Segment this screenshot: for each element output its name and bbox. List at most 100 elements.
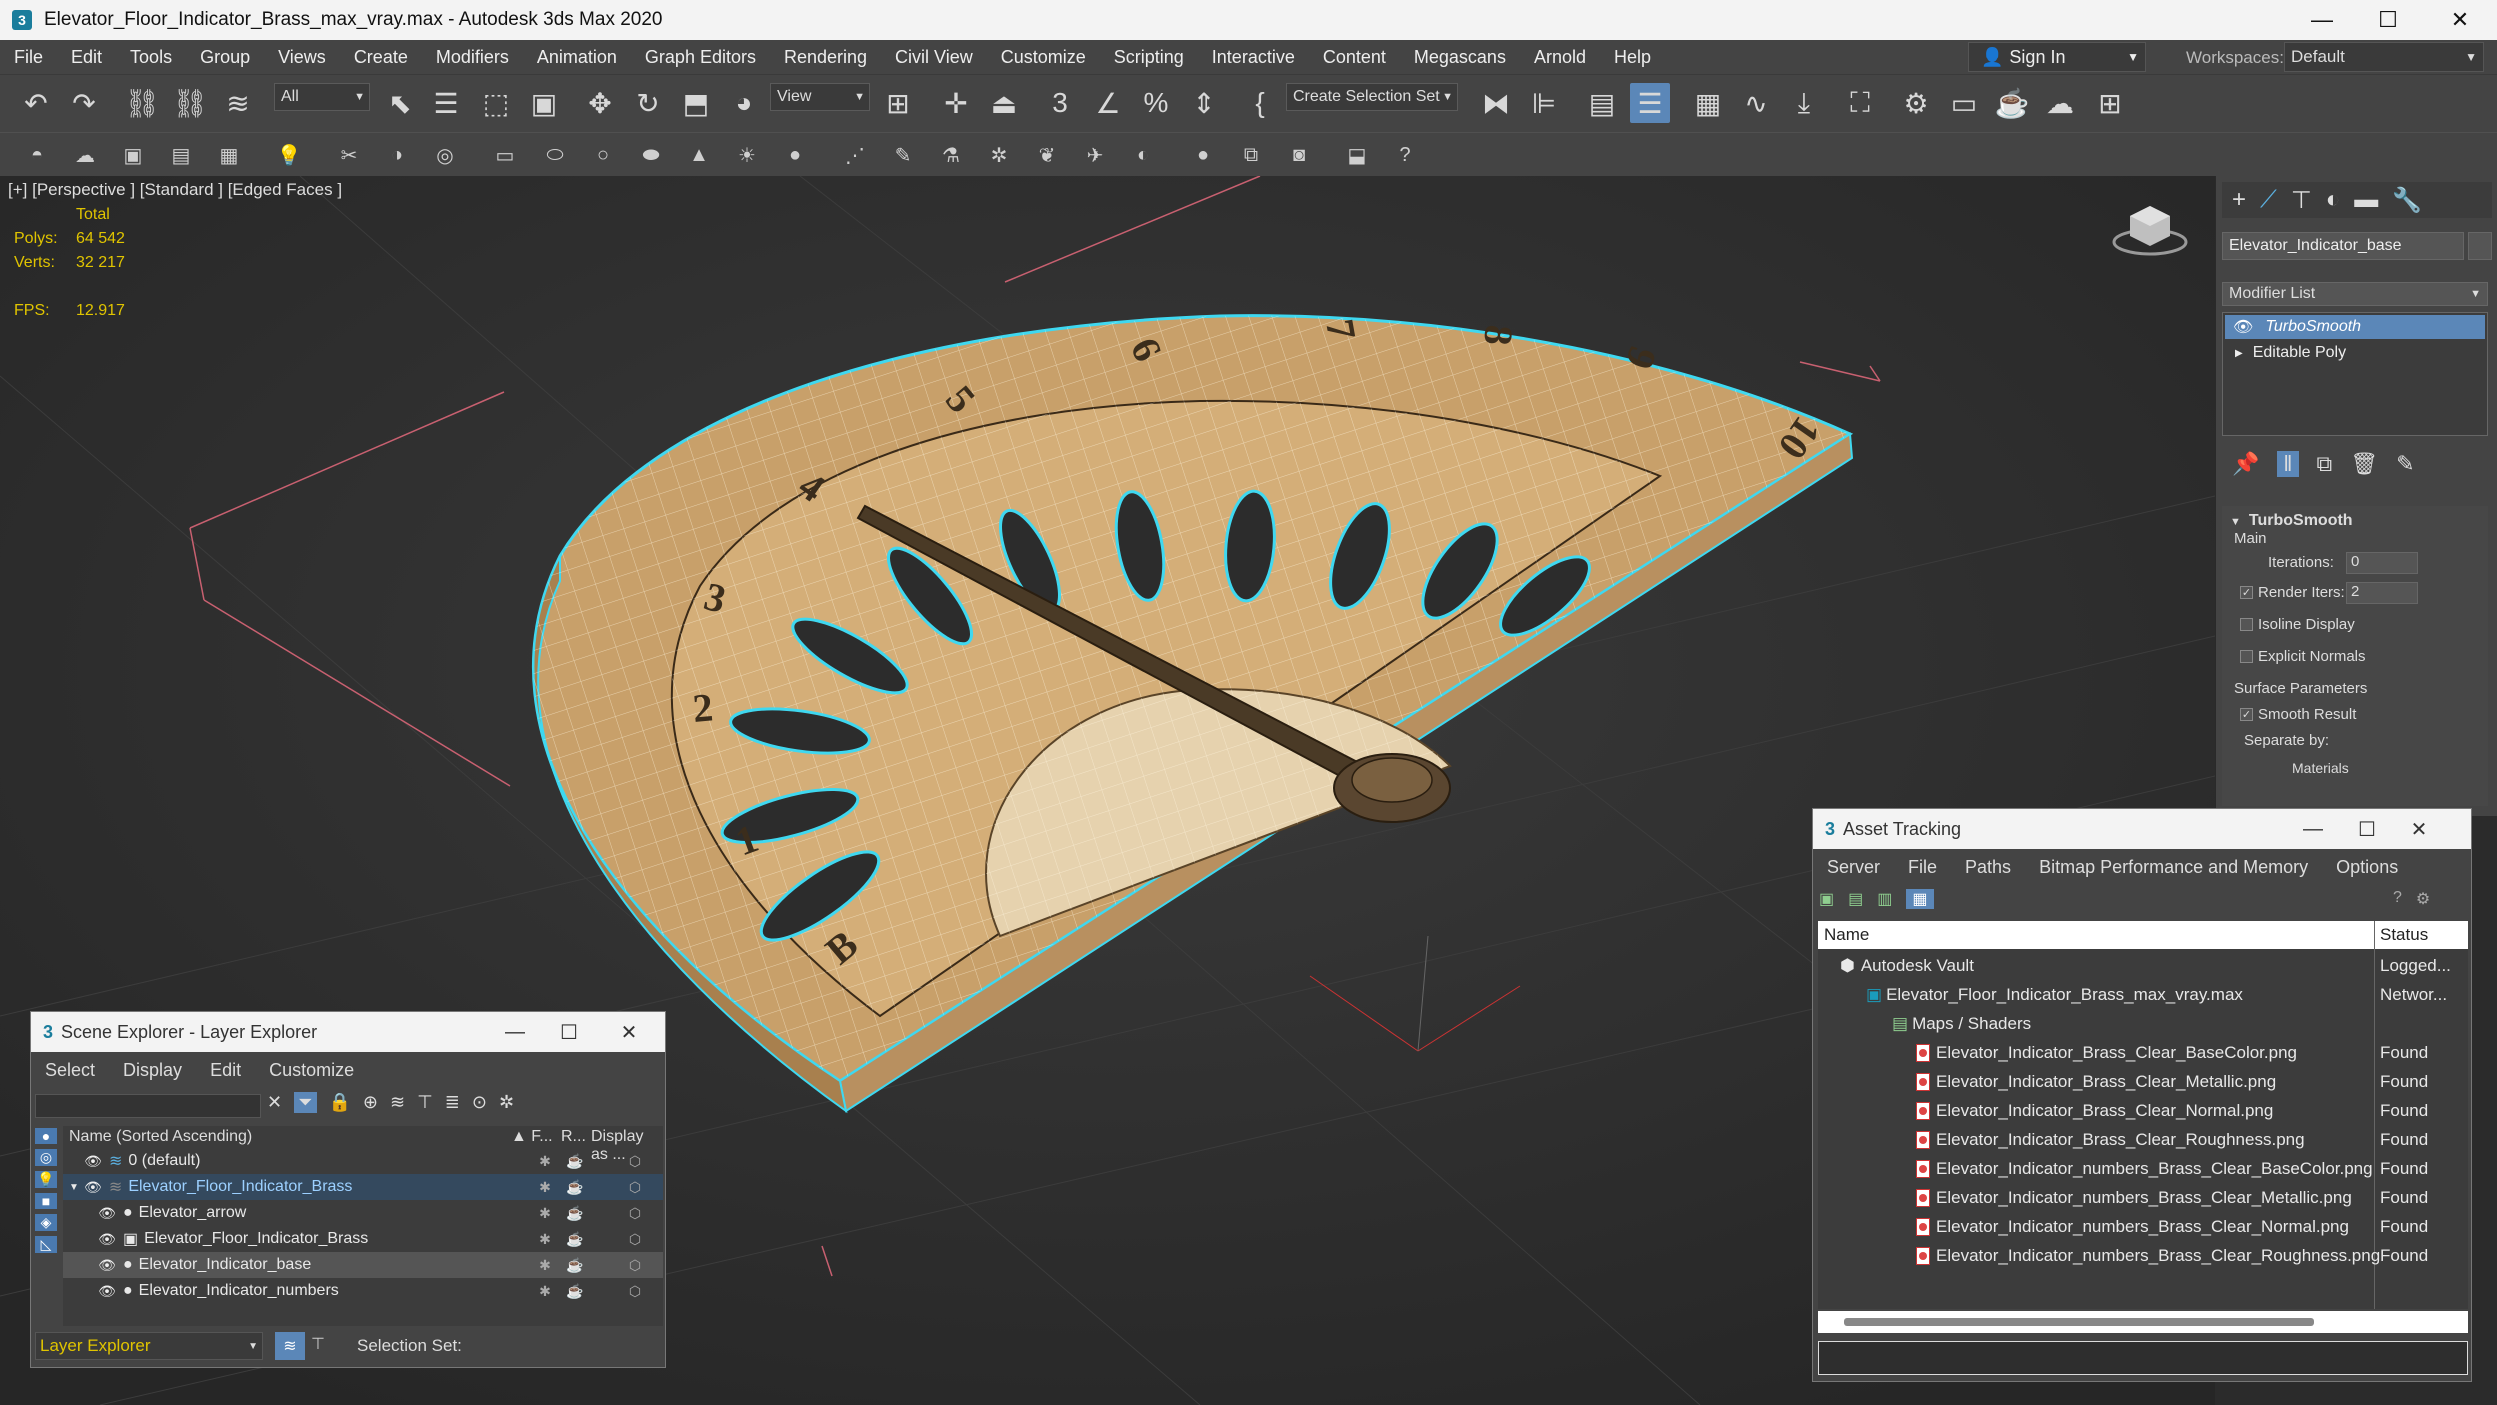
asset-row[interactable]: Elevator_Indicator_Brass_Clear_Roughness… — [1916, 1125, 2305, 1154]
hierarchy-toggle-icon[interactable]: ⊤ — [311, 1334, 325, 1354]
menu-animation[interactable]: Animation — [523, 47, 631, 68]
menu-interactive[interactable]: Interactive — [1198, 47, 1309, 68]
dome-light-icon[interactable]: ◑ — [382, 140, 412, 170]
window-crossing-icon[interactable]: ▣ — [524, 83, 564, 123]
toggle-ribbon-icon[interactable]: ▦ — [1688, 83, 1728, 123]
eye-icon[interactable]: 👁 — [97, 1257, 117, 1274]
unlink-icon[interactable]: ⛓ — [170, 83, 210, 123]
freeze-icon[interactable]: ✱ — [533, 1200, 557, 1226]
isoline-checkbox[interactable] — [2240, 618, 2253, 631]
menu-customize[interactable]: Customize — [255, 1060, 368, 1081]
eye-icon[interactable]: 👁 — [83, 1179, 103, 1196]
search-input[interactable] — [35, 1094, 261, 1118]
clear-icon[interactable]: ✕ — [267, 1092, 282, 1113]
explicit-normals-checkbox[interactable] — [2240, 650, 2253, 663]
stack-item-turbosmooth[interactable]: 👁 TurboSmooth — [2225, 315, 2485, 339]
bone-icon[interactable]: ◺ — [35, 1236, 57, 1253]
layers-icon[interactable]: ≋ — [390, 1092, 405, 1113]
select-by-name-icon[interactable]: ☰ — [426, 83, 466, 123]
col-name[interactable]: Name (Sorted Ascending) — [69, 1128, 252, 1146]
modify-tab-icon[interactable]: ⟋ — [2260, 186, 2277, 214]
list-view-icon[interactable]: ▤ — [1848, 889, 1863, 909]
help-icon[interactable]: ? — [1390, 140, 1420, 170]
cloud-icon[interactable]: ☁ — [70, 140, 100, 170]
menu-modifiers[interactable]: Modifiers — [422, 47, 523, 68]
sort-icon[interactable]: ● — [35, 1128, 57, 1144]
mesh-light-icon[interactable]: ⬬ — [636, 140, 666, 170]
teapot-icon[interactable]: ☕ — [563, 1226, 587, 1252]
menu-edit[interactable]: Edit — [196, 1060, 255, 1081]
freeze-icon[interactable]: ✱ — [533, 1174, 557, 1200]
vray-icon[interactable]: ◓ — [22, 140, 52, 170]
freeze-icon[interactable]: ✱ — [533, 1252, 557, 1278]
dome-icon[interactable]: ⬭ — [540, 140, 570, 170]
utilities-tab-icon[interactable]: 🔧 — [2392, 186, 2422, 215]
asset-row[interactable]: ▤ Maps / Shaders — [1892, 1009, 2031, 1038]
decal-icon[interactable]: ✈ — [1080, 140, 1110, 170]
menu-edit[interactable]: Edit — [57, 47, 116, 68]
layer-icon[interactable]: ◎ — [35, 1149, 57, 1166]
render-setup-icon[interactable]: ⚙ — [1896, 83, 1936, 123]
minimize-button[interactable]: — — [2287, 809, 2339, 849]
ies-light-icon[interactable]: ▲ — [684, 140, 714, 170]
convert-icon[interactable]: ⧉ — [1236, 140, 1266, 170]
teapot-icon[interactable]: ☕ — [563, 1174, 587, 1200]
proxy-icon[interactable]: ✎ — [888, 140, 918, 170]
menu-create[interactable]: Create — [340, 47, 422, 68]
col-name[interactable]: Name — [1824, 925, 1869, 945]
asset-tracking-titlebar[interactable]: 3 Asset Tracking — ☐ ✕ — [1813, 809, 2471, 849]
scene-converter-icon[interactable]: ⬓ — [1342, 140, 1372, 170]
tree-view-icon[interactable]: ▥ — [1877, 889, 1892, 909]
toggle-layer-explorer-icon[interactable]: ☰ — [1630, 83, 1670, 123]
light-lister-icon[interactable]: 💡 — [274, 140, 304, 170]
scale-icon[interactable]: ⬒ — [676, 83, 716, 123]
asset-row[interactable]: ⬢ Autodesk Vault — [1840, 951, 1974, 980]
menu-customize[interactable]: Customize — [987, 47, 1100, 68]
menu-server[interactable]: Server — [1813, 857, 1894, 878]
col-status[interactable]: Status — [2380, 925, 2428, 945]
configure-sets-icon[interactable]: ✎ — [2396, 451, 2414, 477]
snaps-toggle-icon[interactable]: 3 — [1040, 83, 1080, 123]
menu-file[interactable]: File — [1894, 857, 1951, 878]
horizontal-scrollbar[interactable] — [1818, 1311, 2468, 1333]
select-object-icon[interactable]: ⬉ — [380, 83, 420, 123]
menu-help[interactable]: Help — [1600, 47, 1665, 68]
close-button[interactable]: ✕ — [603, 1012, 655, 1052]
smooth-result-checkbox[interactable]: ✓ — [2240, 708, 2253, 721]
teapot-icon[interactable]: ☕ — [563, 1148, 587, 1174]
scrollbar-thumb[interactable] — [1844, 1318, 2314, 1326]
menu-scripting[interactable]: Scripting — [1100, 47, 1198, 68]
undo-icon[interactable]: ↶ — [16, 83, 56, 123]
asset-row[interactable]: Elevator_Indicator_numbers_Brass_Clear_R… — [1916, 1241, 2380, 1270]
menu-bitmap-performance[interactable]: Bitmap Performance and Memory — [2025, 857, 2322, 878]
hierarchy-tab-icon[interactable]: ⊤ — [2291, 186, 2312, 215]
maximize-button[interactable]: ☐ — [543, 1012, 595, 1052]
render-production-icon[interactable]: ☕ — [1992, 83, 2032, 123]
motion-tab-icon[interactable]: ◐ — [2326, 186, 2341, 214]
close-button[interactable]: ✕ — [2393, 809, 2445, 849]
stack-item-editable-poly[interactable]: ▶ Editable Poly — [2225, 341, 2485, 365]
pivot-center-icon[interactable]: ⊞ — [878, 83, 918, 123]
remove-modifier-icon[interactable]: 🗑 — [2350, 451, 2378, 477]
close-button[interactable]: ✕ — [2424, 0, 2496, 40]
highlight-icon[interactable]: ⊙ — [472, 1092, 487, 1113]
modifier-list-dropdown[interactable]: Modifier List ▼ — [2222, 282, 2488, 306]
menu-graph-editors[interactable]: Graph Editors — [631, 47, 770, 68]
teapot-icon[interactable]: ☕ — [563, 1278, 587, 1304]
menu-select[interactable]: Select — [31, 1060, 109, 1081]
table-view-icon[interactable]: ▦ — [1906, 889, 1934, 909]
mirror-icon[interactable]: ⧓ — [1476, 83, 1516, 123]
teapot-icon[interactable]: ☕ — [563, 1200, 587, 1226]
asset-row[interactable]: ▣ Elevator_Floor_Indicator_Brass_max_vray… — [1866, 980, 2243, 1009]
filter-icon[interactable]: ⏷ — [294, 1092, 317, 1113]
fur-icon[interactable]: ⋰ — [840, 140, 870, 170]
rect-selection-icon[interactable]: ⬚ — [476, 83, 516, 123]
path-field[interactable] — [1818, 1341, 2468, 1375]
asset-row[interactable]: Elevator_Indicator_numbers_Brass_Clear_N… — [1916, 1212, 2349, 1241]
percent-snap-icon[interactable]: % — [1136, 83, 1176, 123]
box-icon[interactable]: ⬡ — [623, 1226, 647, 1252]
bind-spacewarp-icon[interactable]: ≋ — [218, 83, 258, 123]
pin-stack-icon[interactable]: 📌 — [2232, 451, 2259, 477]
maximize-button[interactable]: ☐ — [2341, 809, 2393, 849]
asset-row[interactable]: Elevator_Indicator_Brass_Clear_Metallic.… — [1916, 1067, 2276, 1096]
